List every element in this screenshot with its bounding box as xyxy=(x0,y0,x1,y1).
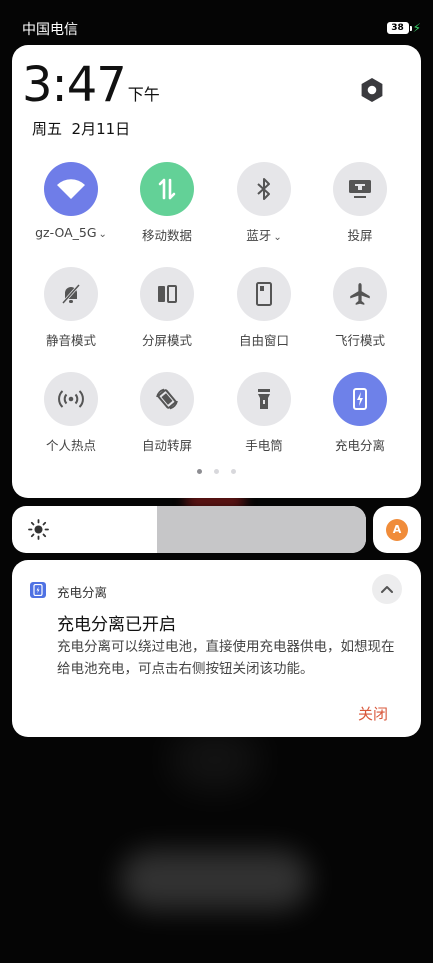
close-feature-button[interactable]: 关闭 xyxy=(358,703,388,724)
charge-separation-icon xyxy=(333,372,387,426)
brightness-slider[interactable] xyxy=(12,506,366,553)
tile-label: 飞行模式 xyxy=(334,333,385,348)
flashlight-icon xyxy=(237,372,291,426)
quick-settings-panel: 3:47 下午 周五 2月11日 gz-OA_5G ⌄ 移动数据 蓝牙 ⌄ 投屏… xyxy=(12,45,421,498)
tile-split-screen[interactable]: 分屏模式 xyxy=(119,267,215,367)
tile-airplane[interactable]: 飞行模式 xyxy=(312,267,408,367)
auto-brightness-icon: A xyxy=(386,518,408,541)
tile-bluetooth[interactable]: 蓝牙 ⌄ xyxy=(216,162,312,262)
tile-label: 充电分离 xyxy=(334,438,385,453)
tile-label: 移动数据 xyxy=(141,228,192,243)
tile-label: gz-OA_5G xyxy=(35,225,97,240)
tile-flashlight[interactable]: 手电筒 xyxy=(216,372,312,472)
notification-body: 充电分离可以绕过电池，直接使用充电器供电，如想现在给电池充电，可点击右侧按钮关闭… xyxy=(57,639,395,677)
auto-rotate-icon xyxy=(140,372,194,426)
cast-screen-icon xyxy=(333,162,387,216)
clock-time: 3:47 xyxy=(22,57,127,113)
mobile-data-icon xyxy=(140,162,194,216)
notification-app-name: 充电分离 xyxy=(57,585,108,600)
tile-label: 静音模式 xyxy=(45,333,96,348)
tile-label: 个人热点 xyxy=(45,438,96,453)
charging-bolt-icon: ⚡ xyxy=(412,21,421,35)
tile-wifi[interactable]: gz-OA_5G ⌄ xyxy=(23,162,119,262)
date: 周五 2月11日 xyxy=(32,120,131,138)
notification-title: 充电分离已开启 xyxy=(57,615,176,635)
battery-tip xyxy=(409,25,412,31)
brightness-track xyxy=(157,506,366,553)
page-indicator xyxy=(12,469,421,474)
mute-bell-icon xyxy=(44,267,98,321)
gear-icon[interactable] xyxy=(358,76,386,104)
auto-brightness-button[interactable]: A xyxy=(373,506,421,553)
chevron-down-icon: ⌄ xyxy=(273,232,282,243)
tile-label: 投屏 xyxy=(347,228,373,243)
tile-label: 自由窗口 xyxy=(238,333,289,348)
background-blur xyxy=(120,850,310,910)
tile-auto-rotate[interactable]: 自动转屏 xyxy=(119,372,215,472)
status-bar: 中国电信 38 ⚡ xyxy=(0,0,433,44)
charge-separation-app-icon xyxy=(30,582,46,598)
bluetooth-icon xyxy=(237,162,291,216)
battery-indicator: 38 ⚡ xyxy=(386,21,421,35)
tile-label: 手电筒 xyxy=(245,438,283,453)
sun-icon xyxy=(28,519,49,540)
wifi-icon xyxy=(44,162,98,216)
notification-card[interactable]: 充电分离 充电分离已开启 充电分离可以绕过电池，直接使用充电器供电，如想现在给电… xyxy=(12,560,421,737)
battery-level: 38 xyxy=(386,22,409,34)
tile-cast-screen[interactable]: 投屏 xyxy=(312,162,408,262)
page-dot xyxy=(231,469,236,474)
chevron-up-icon xyxy=(381,586,393,593)
tile-floating-window[interactable]: 自由窗口 xyxy=(216,267,312,367)
tile-mute[interactable]: 静音模式 xyxy=(23,267,119,367)
hotspot-icon xyxy=(44,372,98,426)
tile-label: 自动转屏 xyxy=(141,438,192,453)
tile-label: 分屏模式 xyxy=(141,333,192,348)
clock-period: 下午 xyxy=(127,85,160,104)
tile-charge-separation[interactable]: 充电分离 xyxy=(312,372,408,472)
tile-mobile-data[interactable]: 移动数据 xyxy=(119,162,215,262)
tile-label: 蓝牙 xyxy=(246,228,272,243)
clock: 3:47 下午 xyxy=(22,59,160,111)
airplane-icon xyxy=(333,267,387,321)
chevron-down-icon: ⌄ xyxy=(98,229,107,240)
page-dot xyxy=(214,469,219,474)
background-blur xyxy=(170,730,260,790)
floating-window-icon xyxy=(237,267,291,321)
carrier-name: 中国电信 xyxy=(22,22,78,38)
split-screen-icon xyxy=(140,267,194,321)
collapse-button[interactable] xyxy=(372,574,402,604)
tile-hotspot[interactable]: 个人热点 xyxy=(23,372,119,472)
page-dot xyxy=(197,469,202,474)
